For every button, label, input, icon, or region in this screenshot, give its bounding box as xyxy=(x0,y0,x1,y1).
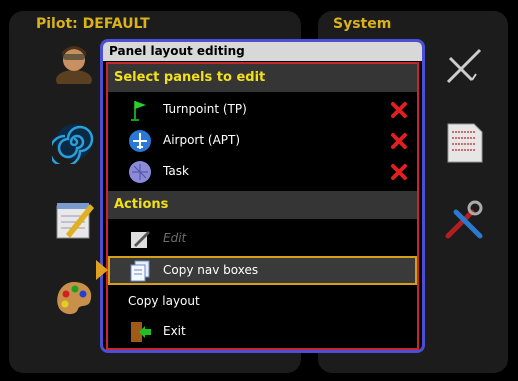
dialog-title: Panel layout editing xyxy=(103,42,422,61)
task-icon xyxy=(129,161,151,183)
panel-layout-dialog: Panel layout editing Select panels to ed… xyxy=(96,39,425,353)
panel-item-task[interactable]: Task xyxy=(108,157,417,186)
pilot-panel-title: Pilot: DEFAULT xyxy=(36,16,150,32)
panel-item-airport[interactable]: Airport (APT) xyxy=(108,126,417,155)
panel-item-label: Airport (APT) xyxy=(163,133,241,147)
airplane-icon[interactable] xyxy=(442,44,486,88)
action-label: Exit xyxy=(163,324,186,338)
action-label: Copy nav boxes xyxy=(163,263,259,277)
copy-documents-icon xyxy=(130,260,150,282)
panel-item-turnpoint[interactable]: Turnpoint (TP) xyxy=(108,95,417,124)
panel-item-label: Task xyxy=(163,164,189,178)
notepad-icon[interactable] xyxy=(52,198,96,242)
airport-icon xyxy=(129,130,151,152)
panel-item-label: Turnpoint (TP) xyxy=(163,102,247,116)
system-panel-title: System xyxy=(333,16,392,32)
exit-door-icon xyxy=(131,322,151,342)
pilot-avatar-icon[interactable] xyxy=(52,40,96,84)
action-copy-layout[interactable]: Copy layout xyxy=(108,287,417,316)
flag-icon xyxy=(131,101,146,121)
palette-icon[interactable] xyxy=(52,276,96,320)
actions-header: Actions xyxy=(108,191,417,219)
delete-airport-icon[interactable] xyxy=(390,132,408,150)
action-copy-nav-boxes[interactable]: Copy nav boxes xyxy=(96,256,417,285)
selection-arrow-icon xyxy=(96,260,108,280)
action-exit[interactable]: Exit xyxy=(108,317,417,346)
checklist-document-icon[interactable] xyxy=(442,120,486,164)
action-label: Copy layout xyxy=(128,294,200,308)
action-label: Edit xyxy=(163,231,187,245)
spiral-icon[interactable] xyxy=(52,120,96,164)
action-edit[interactable]: Edit xyxy=(108,224,417,253)
select-panels-header: Select panels to edit xyxy=(108,64,417,92)
delete-turnpoint-icon[interactable] xyxy=(390,101,408,119)
edit-pencil-icon xyxy=(131,231,150,248)
tools-icon[interactable] xyxy=(442,198,486,242)
dialog-content: Select panels to edit Turnpoint (TP) Air… xyxy=(96,62,419,350)
delete-task-icon[interactable] xyxy=(390,163,408,181)
